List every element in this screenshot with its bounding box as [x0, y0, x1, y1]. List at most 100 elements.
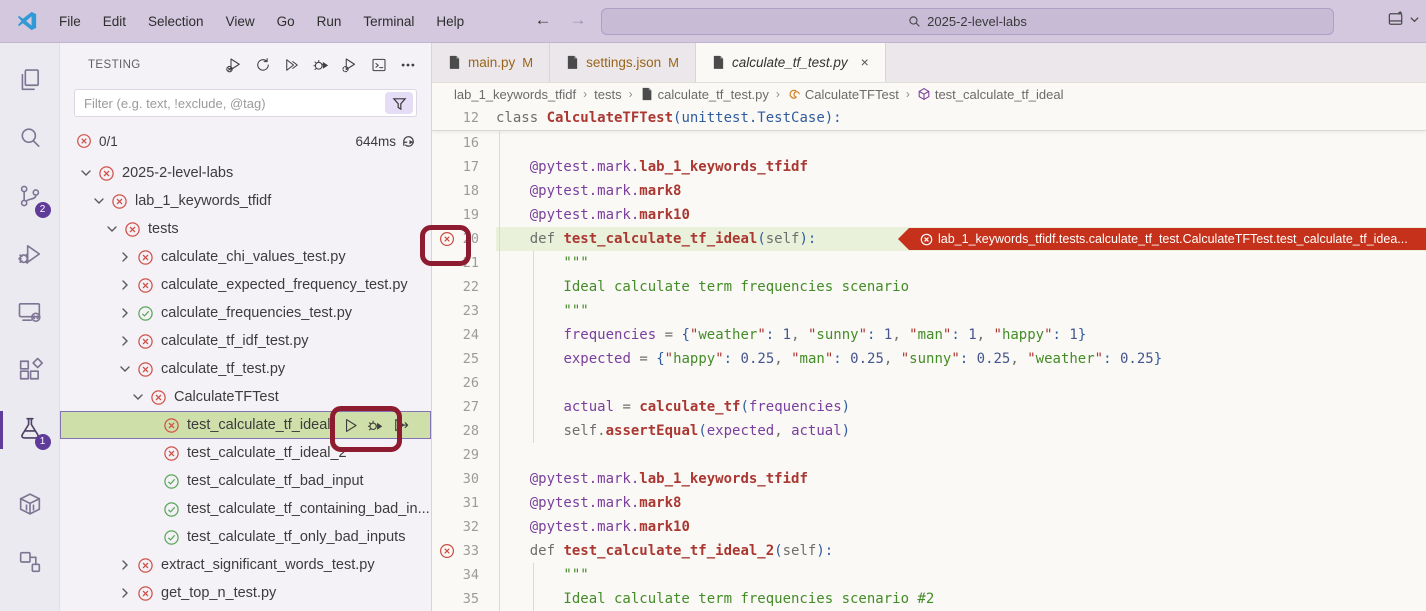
code-line-21[interactable]: 21 """	[432, 251, 1426, 275]
code-line-24[interactable]: 24 frequencies = {"weather": 1, "sunny":…	[432, 323, 1426, 347]
layout-controls[interactable]	[1387, 10, 1420, 29]
chevron-right-icon[interactable]	[117, 585, 133, 601]
vscode-window: FileEditSelectionViewGoRunTerminalHelp ←…	[0, 0, 1426, 611]
close-tab-icon[interactable]: ×	[861, 54, 869, 70]
breadcrumb-item-calculate_tf_test.py[interactable]: calculate_tf_test.py	[640, 87, 769, 102]
breadcrumb-item-lab_1_keywords_tfidf[interactable]: lab_1_keywords_tfidf	[454, 87, 576, 102]
activity-badge: 1	[35, 434, 51, 450]
test-filter-input[interactable]	[84, 96, 385, 111]
more-actions-button[interactable]	[397, 54, 419, 76]
tab-settings.json[interactable]: settings.jsonM	[550, 43, 696, 82]
test-error-decoration[interactable]: lab_1_keywords_tfidf.tests.calculate_tf_…	[898, 228, 1426, 250]
line-number: 31	[432, 491, 496, 515]
code-line-17[interactable]: 17 @pytest.mark.lab_1_keywords_tfidf	[432, 155, 1426, 179]
activity-item-source-control[interactable]: 2	[0, 169, 60, 227]
test-failed-gutter-icon[interactable]	[439, 543, 455, 559]
activity-item-extensions[interactable]	[0, 343, 60, 401]
chevron-down-icon[interactable]	[78, 165, 94, 181]
back-arrow-icon[interactable]: ←	[531, 10, 555, 30]
menu-view[interactable]: View	[215, 9, 266, 34]
test-tree-item[interactable]	[60, 607, 431, 611]
activity-item-run-debug[interactable]	[0, 227, 60, 285]
menu-go[interactable]: Go	[266, 9, 306, 34]
test-tree-item-get-top-n-test-py[interactable]: get_top_n_test.py	[60, 579, 431, 607]
menu-file[interactable]: File	[48, 9, 92, 34]
file-icon	[712, 55, 725, 70]
activity-item-testing[interactable]: 1	[0, 401, 60, 459]
menu-edit[interactable]: Edit	[92, 9, 137, 34]
gutter-error-highlight-annotation	[420, 225, 471, 266]
test-tree-item-test-calculate-tf-bad-input[interactable]: test_calculate_tf_bad_input	[60, 467, 431, 495]
code-line-35[interactable]: 35 Ideal calculate term frequencies scen…	[432, 587, 1426, 611]
forward-arrow-icon[interactable]: →	[566, 10, 590, 30]
line-number: 26	[432, 371, 496, 395]
error-decoration-text: lab_1_keywords_tfidf.tests.calculate_tf_…	[938, 228, 1408, 250]
tab-calculate_tf_test.py[interactable]: calculate_tf_test.py×	[696, 43, 886, 82]
chevron-down-icon[interactable]	[104, 221, 120, 237]
refresh-tests-button[interactable]	[252, 54, 274, 76]
run-all-tests-button[interactable]	[281, 54, 303, 76]
method-symbol-icon	[917, 87, 931, 101]
chevron-down-icon[interactable]	[130, 389, 146, 405]
code-line-20[interactable]: 20 def test_calculate_tf_ideal(self):lab…	[432, 227, 1426, 251]
code-line-25[interactable]: 25 expected = {"happy": 0.25, "man": 0.2…	[432, 347, 1426, 371]
sticky-scroll-line[interactable]: 12class CalculateTFTest(unittest.TestCas…	[432, 106, 1426, 131]
test-tree-item-2025-2-level-labs[interactable]: 2025-2-level-labs	[60, 159, 431, 187]
code-line-33[interactable]: 33 def test_calculate_tf_ideal_2(self):	[432, 539, 1426, 563]
test-tree-item-calculate-frequencies-test-py[interactable]: calculate_frequencies_test.py	[60, 299, 431, 327]
chevron-right-icon[interactable]	[117, 557, 133, 573]
code-editor[interactable]: 12class CalculateTFTest(unittest.TestCas…	[432, 106, 1426, 611]
breadcrumb-item-test_calculate_tf_ideal[interactable]: test_calculate_tf_ideal	[917, 87, 1064, 102]
test-tree-item-calculate-tf-idf-test-py[interactable]: calculate_tf_idf_test.py	[60, 327, 431, 355]
command-center-search[interactable]: 2025-2-level-labs	[601, 8, 1334, 35]
code-line-28[interactable]: 28 self.assertEqual(expected, actual)	[432, 419, 1426, 443]
test-tree-item-test-calculate-tf-containing-bad-in-[interactable]: test_calculate_tf_containing_bad_in...	[60, 495, 431, 523]
menu-terminal[interactable]: Terminal	[352, 9, 425, 34]
test-tree-item-extract-significant-words-test-py[interactable]: extract_significant_words_test.py	[60, 551, 431, 579]
chevron-down-icon[interactable]	[117, 361, 133, 377]
code-line-32[interactable]: 32 @pytest.mark.mark10	[432, 515, 1426, 539]
code-line-29[interactable]: 29	[432, 443, 1426, 467]
activity-item-explorer[interactable]	[0, 53, 60, 111]
test-filter-box[interactable]	[74, 89, 417, 117]
coverage-icon	[341, 56, 359, 74]
tab-main.py[interactable]: main.pyM	[432, 43, 550, 82]
chevron-right-icon[interactable]	[117, 249, 133, 265]
show-output-button[interactable]	[368, 54, 390, 76]
test-tree: 2025-2-level-labslab_1_keywords_tfidftes…	[60, 157, 431, 611]
chevron-right-icon[interactable]	[117, 277, 133, 293]
code-line-34[interactable]: 34 """	[432, 563, 1426, 587]
test-tree-item-calculate-tf-test-py[interactable]: calculate_tf_test.py	[60, 355, 431, 383]
chevron-down-icon[interactable]	[91, 193, 107, 209]
rerun-icon[interactable]	[400, 133, 417, 150]
code-line-18[interactable]: 18 @pytest.mark.mark8	[432, 179, 1426, 203]
code-line-16[interactable]: 16	[432, 131, 1426, 155]
activity-item-containers[interactable]	[0, 477, 60, 535]
activity-item-symbols[interactable]	[0, 535, 60, 593]
activity-item-remote-explorer[interactable]	[0, 285, 60, 343]
code-line-30[interactable]: 30 @pytest.mark.lab_1_keywords_tfidf	[432, 467, 1426, 491]
chevron-right-icon[interactable]	[117, 305, 133, 321]
breadcrumb-item-CalculateTFTest[interactable]: CalculateTFTest	[787, 87, 899, 102]
code-line-22[interactable]: 22 Ideal calculate term frequencies scen…	[432, 275, 1426, 299]
breadcrumb-item-tests[interactable]: tests	[594, 87, 621, 102]
code-line-23[interactable]: 23 """	[432, 299, 1426, 323]
test-tree-item-lab-1-keywords-tfidf[interactable]: lab_1_keywords_tfidf	[60, 187, 431, 215]
debug-all-tests-button[interactable]	[310, 54, 332, 76]
test-tree-item-tests[interactable]: tests	[60, 215, 431, 243]
menu-help[interactable]: Help	[425, 9, 475, 34]
activity-item-search[interactable]	[0, 111, 60, 169]
code-line-27[interactable]: 27 actual = calculate_tf(frequencies)	[432, 395, 1426, 419]
menu-run[interactable]: Run	[306, 9, 353, 34]
run-with-coverage-button[interactable]	[339, 54, 361, 76]
code-line-31[interactable]: 31 @pytest.mark.mark8	[432, 491, 1426, 515]
code-line-19[interactable]: 19 @pytest.mark.mark10	[432, 203, 1426, 227]
test-tree-item-calculate-expected-frequency-test-py[interactable]: calculate_expected_frequency_test.py	[60, 271, 431, 299]
test-tree-item-test-calculate-tf-only-bad-inputs[interactable]: test_calculate_tf_only_bad_inputs	[60, 523, 431, 551]
menu-selection[interactable]: Selection	[137, 9, 215, 34]
code-line-26[interactable]: 26	[432, 371, 1426, 395]
test-tree-item-calculate-chi-values-test-py[interactable]: calculate_chi_values_test.py	[60, 243, 431, 271]
chevron-right-icon[interactable]	[117, 333, 133, 349]
rerun-failed-tests-button[interactable]	[223, 54, 245, 76]
filter-options-button[interactable]	[385, 92, 413, 114]
